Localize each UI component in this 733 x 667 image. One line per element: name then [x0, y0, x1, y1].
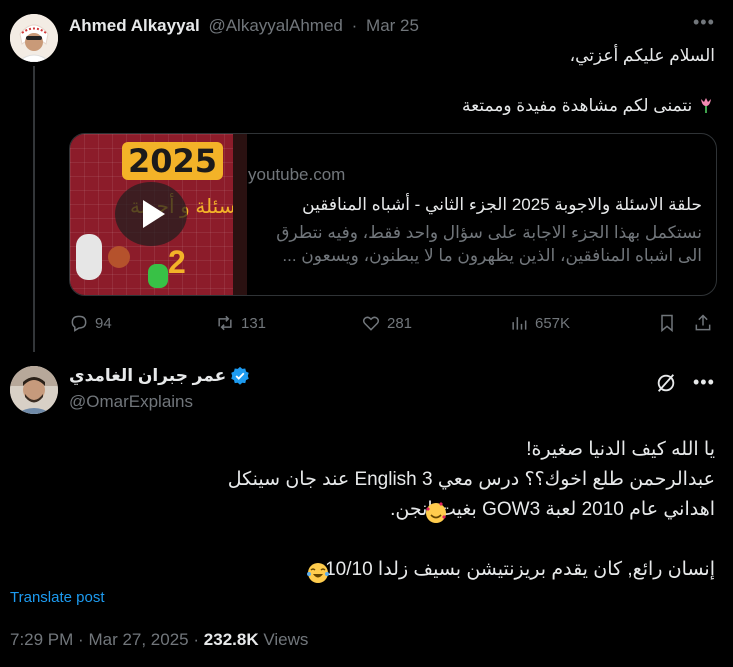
author-handle[interactable]: @AlkayyalAhmed	[208, 16, 342, 35]
share-button[interactable]	[693, 313, 713, 333]
bookmark-icon	[661, 314, 673, 333]
parent-tweet-header: Ahmed Alkayyal @AlkayyalAhmed · Mar 25	[69, 16, 419, 36]
tweet-text-line: السلام عليكم أعزتي،	[569, 46, 715, 65]
author-avatar[interactable]	[10, 366, 58, 414]
card-description: نستكمل بهذا الجزء الاجابة على سؤال واحد …	[276, 223, 702, 265]
author-avatar[interactable]	[10, 14, 58, 62]
main-tweet: عمر جبران الغامدي @OmarExplains ••• يا ا…	[0, 352, 733, 667]
tweet-body-line: عبدالرحمن طلع اخوك؟؟ درس معي English 3 ع…	[227, 469, 715, 490]
post-metadata: 7:29 PM · Mar 27, 2025 · 232.8K Views	[10, 630, 308, 650]
author-handle[interactable]: @OmarExplains	[69, 392, 193, 412]
youtube-link-card[interactable]: 2025 أسئلة و أجوبة 2 youtube.com حلقة ال…	[69, 133, 717, 296]
thumbnail-edge	[233, 134, 247, 295]
reply-button[interactable]: 94	[69, 313, 112, 333]
thumbnail-year: 2025	[122, 142, 224, 180]
post-time[interactable]: 7:29 PM	[10, 630, 73, 649]
tulip-emoji-icon	[697, 96, 715, 114]
tweet-text: نتمنى لكم مشاهدة مفيدة وممتعة	[462, 96, 693, 115]
tears-of-joy-emoji-icon	[306, 561, 330, 590]
thumbnail-character	[76, 234, 102, 280]
reply-icon	[71, 315, 87, 332]
heart-icon	[362, 316, 380, 331]
author-name: عمر جبران الغامدي	[69, 366, 227, 385]
reply-count: 94	[95, 314, 112, 332]
repost-button[interactable]: 131	[215, 313, 266, 333]
translate-post-link[interactable]: Translate post	[10, 589, 105, 606]
thumbnail-number: 2	[168, 244, 186, 280]
card-domain: youtube.com	[248, 165, 346, 184]
tweet-body-line: إنسان رائع, كان يقدم بريزنتيشن بسيف زلدا…	[325, 559, 715, 580]
tweet-text-line: نتمنى لكم مشاهدة مفيدة وممتعة	[462, 96, 715, 116]
video-thumbnail[interactable]: 2025 أسئلة و أجوبة 2	[70, 134, 233, 295]
views-count: 232.8K	[203, 630, 259, 649]
post-date[interactable]: Mar 25	[366, 16, 419, 35]
verified-badge-icon	[231, 366, 249, 385]
separator-dot: ·	[351, 16, 358, 35]
grok-icon[interactable]	[655, 372, 677, 394]
separator-dot: ·	[78, 630, 84, 649]
author-name[interactable]: Ahmed Alkayyal	[69, 16, 200, 35]
like-count: 281	[387, 314, 413, 332]
analytics-icon	[512, 317, 527, 330]
play-button-icon[interactable]	[115, 182, 187, 246]
author-name-row[interactable]: عمر جبران الغامدي	[69, 366, 250, 386]
smiling-hearts-emoji-icon	[424, 501, 448, 530]
views-label: Views	[263, 630, 309, 649]
thumbnail-character	[148, 264, 168, 288]
views-button[interactable]: 657K	[509, 313, 570, 333]
views-count: 657K	[535, 314, 571, 332]
more-options-icon[interactable]: •••	[693, 12, 715, 33]
like-button[interactable]: 281	[361, 313, 412, 333]
separator-dot: ·	[193, 630, 200, 649]
thumbnail-character	[108, 246, 130, 268]
post-date[interactable]: Mar 27, 2025	[88, 630, 188, 649]
tweet-action-bar: 94 131 281 657K	[69, 313, 717, 335]
bookmark-button[interactable]	[657, 313, 677, 333]
thread-connector-line	[33, 66, 35, 360]
repost-icon	[218, 315, 232, 331]
parent-tweet[interactable]: Ahmed Alkayyal @AlkayyalAhmed · Mar 25 •…	[0, 0, 733, 360]
share-icon	[695, 314, 711, 331]
repost-count: 131	[241, 314, 267, 332]
tweet-body-line: يا الله كيف الدنيا صغيرة!	[526, 439, 715, 460]
card-title: حلقة الاسئلة والاجوبة 2025 الجزء الثاني …	[302, 195, 702, 214]
more-options-icon[interactable]: •••	[693, 372, 715, 393]
